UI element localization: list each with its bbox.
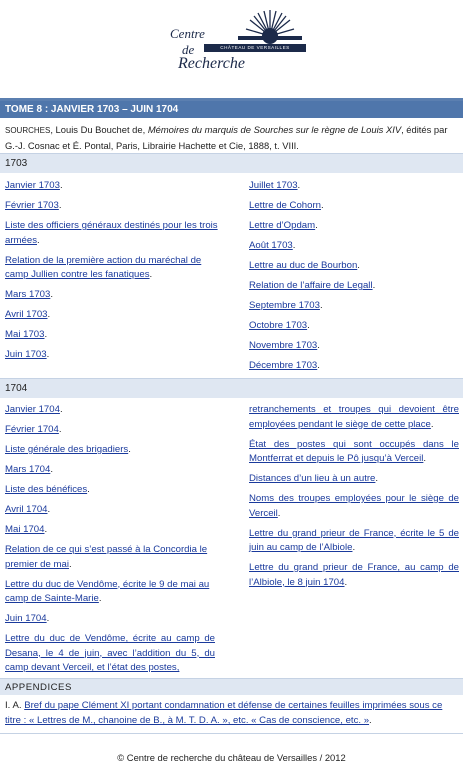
list-item[interactable]: Avril 1703. bbox=[5, 308, 220, 323]
list-item[interactable]: Lettre du duc de Vendôme, écrite le 9 de… bbox=[5, 578, 215, 607]
list-item[interactable]: Septembre 1703. bbox=[249, 299, 459, 314]
logo: Centre de CHÂTEAU DE VERSAILLES Recherch… bbox=[160, 6, 310, 84]
list-1704-right: retranchements et troupes qui devoient ê… bbox=[249, 403, 459, 596]
section-header-1704: 1704 bbox=[0, 378, 463, 398]
list-item[interactable]: Liste générale des brigadiers. bbox=[5, 443, 215, 458]
list-1703-right: Juillet 1703. Lettre de Cohorn. Lettre d… bbox=[249, 179, 459, 379]
list-item[interactable]: Mai 1704. bbox=[5, 523, 215, 538]
list-item[interactable]: Juin 1704. bbox=[5, 612, 215, 627]
appendix-entry: I. A. Bref du pape Clément XI portant co… bbox=[5, 698, 460, 728]
list-item[interactable]: Liste des officiers généraux destinés po… bbox=[5, 219, 220, 248]
bottom-divider bbox=[0, 733, 463, 734]
list-item[interactable]: Relation de la première action du maréch… bbox=[5, 254, 220, 283]
list-item[interactable]: Janvier 1704. bbox=[5, 403, 215, 418]
list-item[interactable]: Mai 1703. bbox=[5, 328, 220, 343]
list-item[interactable]: Lettre du grand prieur de France, au cam… bbox=[249, 561, 459, 590]
list-item[interactable]: Octobre 1703. bbox=[249, 319, 459, 334]
tome-title-bar: TOME 8 : JANVIER 1703 – JUIN 1704 bbox=[0, 101, 463, 118]
appendix-prefix: I. A. bbox=[5, 700, 25, 711]
appendix-suffix: . bbox=[369, 715, 372, 726]
logo-word-recherche: Recherche bbox=[178, 55, 245, 72]
list-item[interactable]: Novembre 1703. bbox=[249, 339, 459, 354]
source-book-title: Mémoires du marquis de Sourches sur le r… bbox=[147, 124, 402, 135]
footer-copyright: © Centre de recherche du château de Vers… bbox=[117, 752, 346, 762]
list-item[interactable]: Distances d’un lieu à un autre. bbox=[249, 472, 459, 487]
list-item[interactable]: Août 1703. bbox=[249, 239, 459, 254]
source-citation: Sourches, Louis Du Bouchet de, Mémoires … bbox=[5, 122, 460, 153]
list-item[interactable]: retranchements et troupes qui devoient ê… bbox=[249, 403, 459, 432]
source-author-rest: , Louis Du Bouchet de, bbox=[50, 124, 148, 135]
list-item[interactable]: Janvier 1703. bbox=[5, 179, 220, 194]
chateau-emblem-icon bbox=[238, 10, 302, 44]
list-item[interactable]: Lettre de Cohorn. bbox=[249, 199, 459, 214]
list-item[interactable]: Avril 1704. bbox=[5, 503, 215, 518]
list-item[interactable]: Lettre du grand prieur de France, écrite… bbox=[249, 527, 459, 556]
list-item[interactable]: Décembre 1703. bbox=[249, 359, 459, 374]
section-header-appendices: APPENDICES bbox=[0, 678, 463, 695]
list-item[interactable]: Lettre d’Opdam. bbox=[249, 219, 459, 234]
list-item[interactable]: Liste des bénéfices. bbox=[5, 483, 215, 498]
list-1703-left: Janvier 1703. Février 1703. Liste des of… bbox=[5, 179, 220, 368]
appendix-link[interactable]: Bref du pape Clément XI portant condamna… bbox=[5, 700, 442, 726]
section-header-1703: 1703 bbox=[0, 153, 463, 173]
list-item[interactable]: Juillet 1703. bbox=[249, 179, 459, 194]
list-item[interactable]: État des postes qui sont occupés dans le… bbox=[249, 438, 459, 467]
list-item[interactable]: Juin 1703. bbox=[5, 348, 220, 363]
list-item[interactable]: Lettre du duc de Vendôme, écrite au camp… bbox=[5, 632, 215, 676]
logo-band: CHÂTEAU DE VERSAILLES bbox=[204, 44, 306, 52]
list-1704-left: Janvier 1704. Février 1704. Liste généra… bbox=[5, 403, 215, 681]
logo-word-centre: Centre bbox=[170, 26, 205, 41]
list-item[interactable]: Février 1704. bbox=[5, 423, 215, 438]
list-item[interactable]: Mars 1703. bbox=[5, 288, 220, 303]
source-author: Sourches bbox=[5, 126, 51, 135]
list-item[interactable]: Mars 1704. bbox=[5, 463, 215, 478]
list-item[interactable]: Relation de l’affaire de Legall. bbox=[249, 279, 459, 294]
list-item[interactable]: Février 1703. bbox=[5, 199, 220, 214]
list-item[interactable]: Noms des troupes employées pour le siège… bbox=[249, 492, 459, 521]
list-item[interactable]: Lettre au duc de Bourbon. bbox=[249, 259, 459, 274]
list-item[interactable]: Relation de ce qui s’est passé à la Conc… bbox=[5, 543, 215, 572]
